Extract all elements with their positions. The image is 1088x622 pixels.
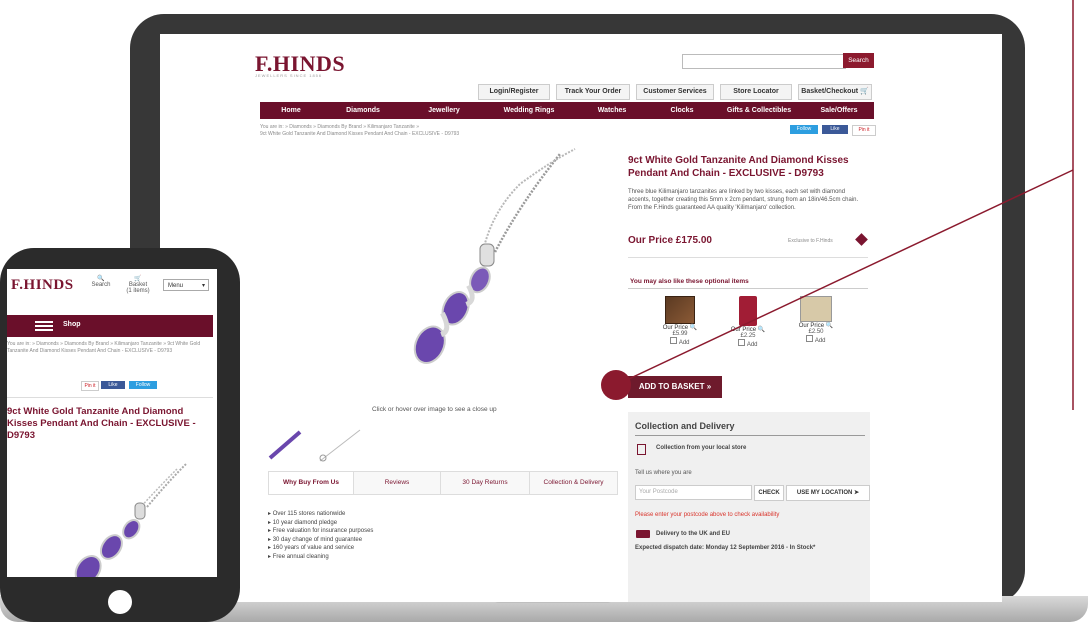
list-item: ▸ 10 year diamond pledge bbox=[268, 519, 338, 526]
postcode-warning: Please enter your postcode above to chec… bbox=[635, 512, 780, 518]
delivery-heading: Delivery to the UK and EU bbox=[656, 531, 731, 537]
pinterest-button[interactable]: Pin it bbox=[81, 381, 99, 391]
breadcrumb-current: 9ct White Gold Tanzanite And Diamond Kis… bbox=[260, 131, 460, 137]
why-buy-list: ▸ Over 115 stores nationwide ▸ 10 year d… bbox=[268, 510, 373, 561]
mobile-logo[interactable]: F.HINDS bbox=[11, 277, 74, 294]
store-icon bbox=[637, 444, 646, 455]
callout-dot bbox=[601, 370, 631, 400]
tab-collection-delivery[interactable]: Collection & Delivery bbox=[530, 472, 617, 494]
facebook-like-button[interactable]: Like bbox=[101, 381, 125, 389]
mobile-search[interactable]: 🔍 Search bbox=[89, 275, 113, 288]
menu-select[interactable]: Menu ▾ bbox=[163, 279, 209, 291]
list-item: ▸ 30 day change of mind guarantee bbox=[268, 536, 363, 543]
nav-home[interactable]: Home bbox=[260, 102, 322, 119]
mobile-site: F.HINDS 🔍 Search 🛒 Basket (1 items) Menu… bbox=[7, 269, 217, 577]
hamburger-icon bbox=[35, 321, 53, 323]
shop-bar[interactable]: Shop bbox=[7, 315, 213, 337]
list-item: ▸ Free valuation for insurance purposes bbox=[268, 528, 374, 534]
mobile-basket[interactable]: 🛒 Basket (1 items) bbox=[121, 275, 155, 294]
shop-label: Shop bbox=[63, 321, 81, 328]
list-item: ▸ Free annual cleaning bbox=[268, 553, 329, 560]
nav-jewellery[interactable]: Jewellery bbox=[404, 102, 484, 119]
collection-delivery-panel bbox=[628, 412, 870, 602]
use-location-button[interactable]: USE MY LOCATION ➤ bbox=[786, 485, 870, 501]
tab-reviews[interactable]: Reviews bbox=[354, 472, 441, 494]
postcode-input[interactable]: Your Postcode bbox=[635, 485, 752, 500]
search-icon: 🔍 bbox=[97, 276, 105, 282]
logo-tagline: JEWELLERS SINCE 1856 bbox=[255, 73, 323, 78]
tab-returns[interactable]: 30 Day Returns bbox=[441, 472, 530, 494]
list-item: ▸ 160 years of value and service bbox=[268, 545, 355, 551]
zoom-hint: Click or hover over image to see a close… bbox=[372, 406, 497, 413]
home-button bbox=[108, 590, 132, 614]
login-register-button[interactable]: Login/Register bbox=[478, 84, 550, 100]
tell-us-label: Tell us where you are bbox=[635, 470, 692, 476]
dispatch-date: Expected dispatch date: Monday 12 Septem… bbox=[635, 545, 816, 551]
check-button[interactable]: CHECK bbox=[754, 485, 784, 501]
mobile-product-image[interactable] bbox=[37, 459, 187, 577]
callout-pointer bbox=[601, 0, 1074, 410]
list-item: ▸ Over 115 stores nationwide bbox=[268, 511, 346, 517]
nav-diamonds[interactable]: Diamonds bbox=[322, 102, 404, 119]
twitter-follow-button[interactable]: Follow bbox=[129, 381, 157, 389]
collection-heading: Collection and Delivery bbox=[635, 421, 735, 431]
mobile-breadcrumb: You are in: » Diamonds » Diamonds By Bra… bbox=[7, 341, 201, 354]
local-store-label: Collection from your local store bbox=[656, 445, 747, 451]
product-thumbnails[interactable] bbox=[260, 426, 370, 466]
location-icon: ➤ bbox=[854, 490, 860, 496]
breadcrumb: You are in: » Diamonds » Diamonds By Bra… bbox=[260, 124, 419, 130]
info-tabs: Why Buy From Us Reviews 30 Day Returns C… bbox=[268, 471, 618, 495]
delivery-van-icon bbox=[636, 530, 650, 538]
chevron-down-icon: ▾ bbox=[201, 283, 205, 289]
tab-why-buy[interactable]: Why Buy From Us bbox=[269, 472, 354, 494]
mobile-product-title: 9ct White Gold Tanzanite And Diamond Kis… bbox=[7, 406, 196, 441]
cart-icon: 🛒 bbox=[134, 276, 142, 282]
